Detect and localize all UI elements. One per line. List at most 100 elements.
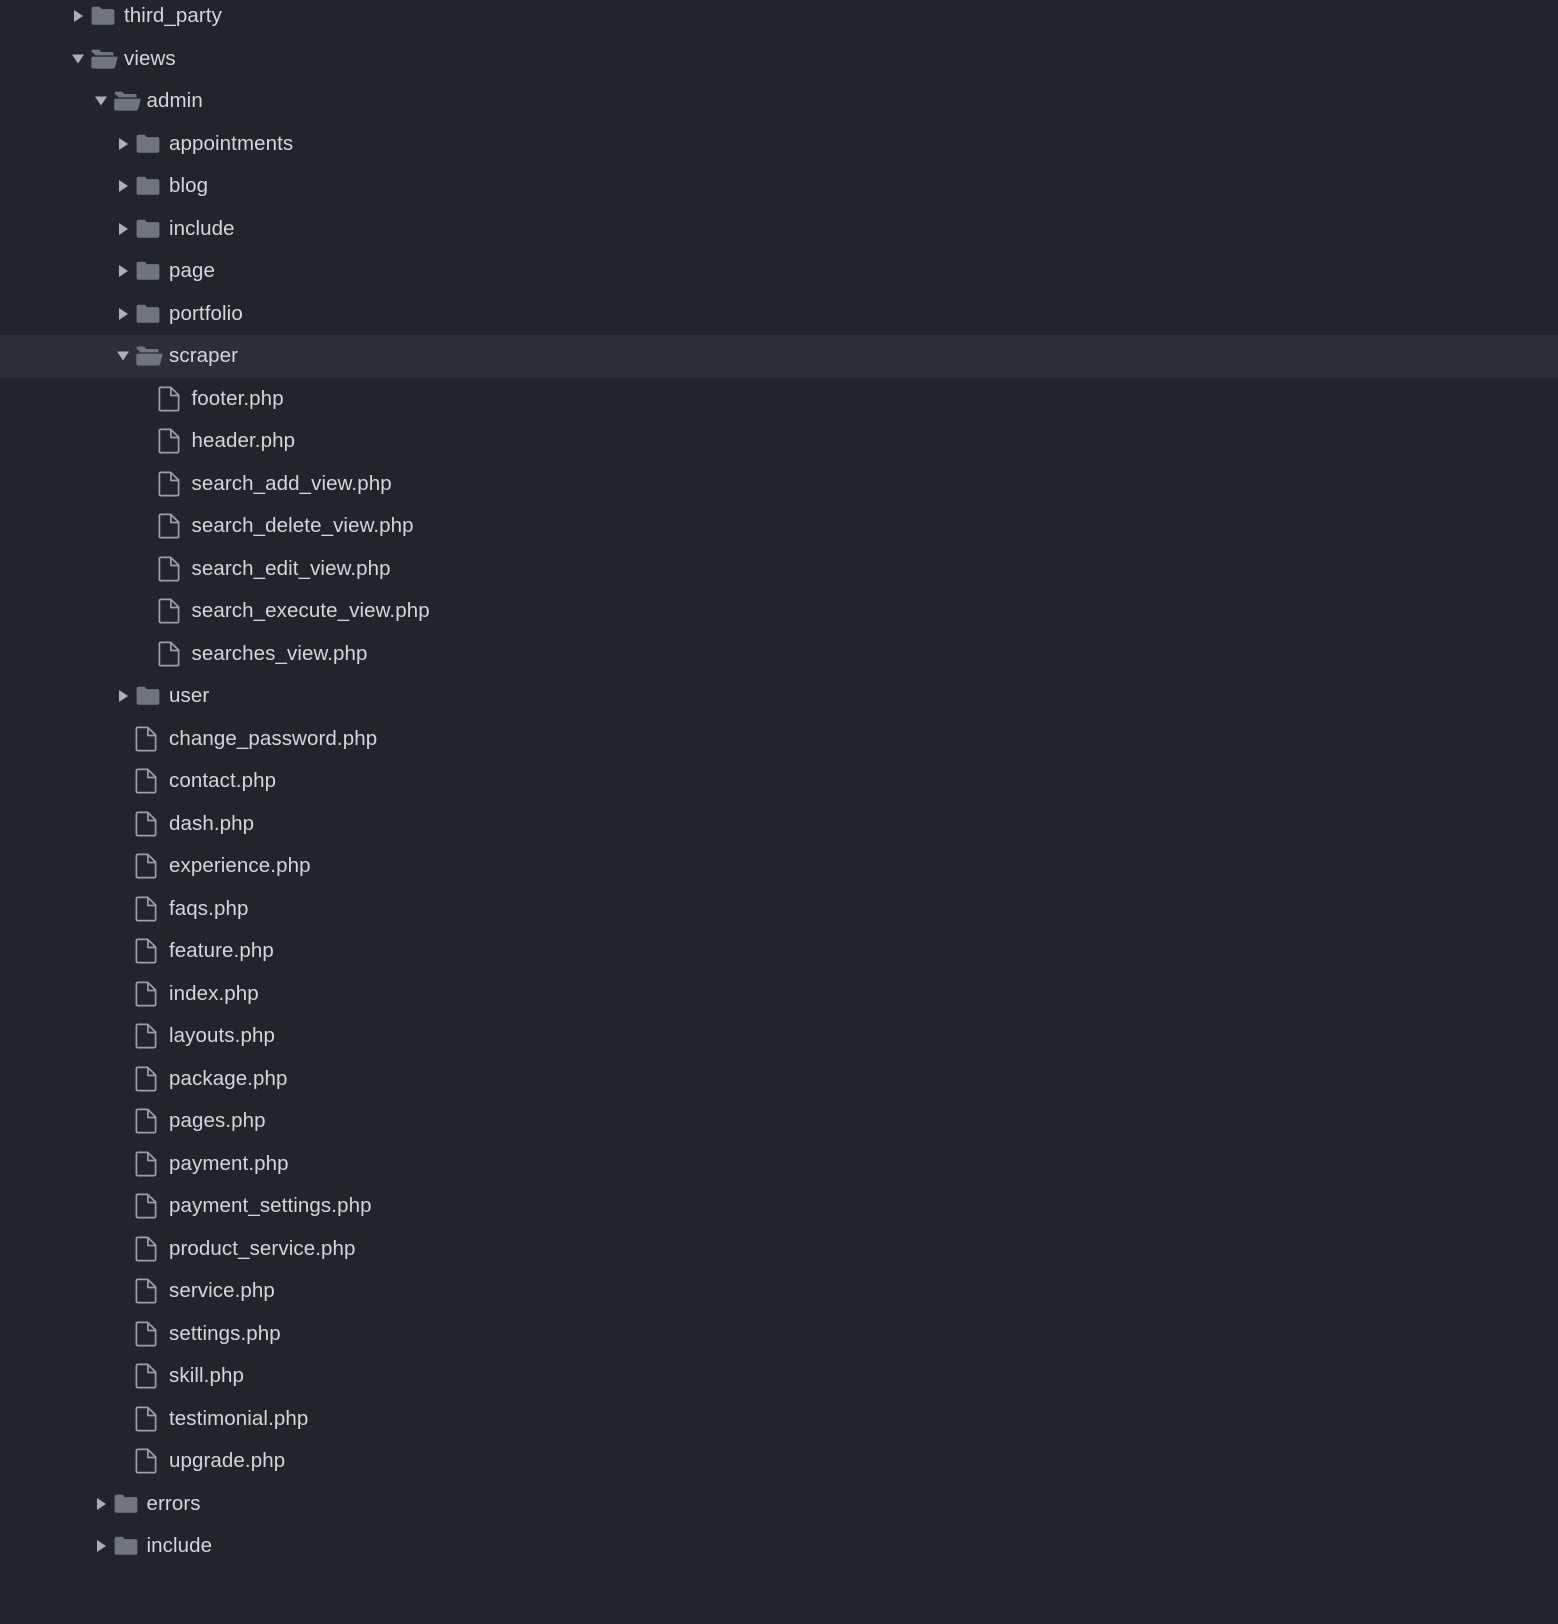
tree-folder-row[interactable]: admin [0,80,1558,123]
tree-file-label: footer.php [191,386,284,410]
tree-file-row[interactable]: contact.php [0,760,1558,803]
tree-folder-row[interactable]: views [0,38,1558,81]
tree-file-row[interactable]: pages.php [0,1100,1558,1143]
tree-folder-label: admin [146,89,203,112]
chevron-right-icon[interactable] [113,250,135,293]
chevron-right-icon[interactable] [113,123,135,166]
file-icon [158,505,184,548]
chevron-right-icon[interactable] [68,0,90,38]
tree-file-label: header.php [191,429,296,452]
tree-file-label: faqs.php [169,896,249,920]
tree-file-row[interactable]: index.php [0,973,1558,1016]
tree-file-row[interactable]: layouts.php [0,1015,1558,1058]
tree-file-row[interactable]: payment_settings.php [0,1185,1558,1228]
chevron-down-icon[interactable] [113,335,135,378]
file-icon [158,463,184,506]
chevron-right-icon[interactable] [113,675,135,718]
tree-folder-row[interactable]: appointments [0,123,1558,166]
file-icon [158,420,184,463]
tree-file-row[interactable]: skill.php [0,1355,1558,1398]
file-icon [135,1058,161,1101]
tree-file-label: dash.php [169,811,255,835]
tree-twisty-placeholder [113,1015,135,1058]
tree-file-label: service.php [169,1279,275,1302]
chevron-right-icon[interactable] [113,293,135,336]
tree-file-row[interactable]: payment.php [0,1143,1558,1186]
file-icon [158,378,184,421]
file-icon [158,548,184,591]
tree-file-row[interactable]: faqs.php [0,888,1558,931]
tree-twisty-placeholder [136,378,158,421]
tree-twisty-placeholder [113,803,135,846]
folder-open-icon [90,38,118,81]
file-icon [135,1398,161,1441]
tree-file-row[interactable]: search_execute_view.php [0,590,1558,633]
tree-folder-row[interactable]: blog [0,165,1558,208]
tree-folder-label: include [169,216,235,240]
folder-icon [135,675,161,718]
tree-twisty-placeholder [113,1058,135,1101]
tree-file-label: feature.php [169,939,274,962]
chevron-down-icon[interactable] [68,38,90,81]
chevron-right-icon[interactable] [113,208,135,251]
file-icon [135,1355,161,1398]
tree-file-row[interactable]: search_add_view.php [0,463,1558,506]
folder-icon [135,123,161,166]
file-icon [135,1185,161,1228]
tree-file-row[interactable]: settings.php [0,1313,1558,1356]
tree-folder-label: user [169,684,210,707]
chevron-right-icon[interactable] [113,165,135,208]
tree-file-row[interactable]: package.php [0,1058,1558,1101]
chevron-right-icon[interactable] [91,1525,113,1568]
tree-folder-row[interactable]: errors [0,1483,1558,1526]
tree-twisty-placeholder [113,760,135,803]
tree-folder-row[interactable]: include [0,1525,1558,1568]
tree-file-row[interactable]: upgrade.php [0,1440,1558,1483]
tree-folder-row[interactable]: portfolio [0,293,1558,336]
tree-file-row[interactable]: search_edit_view.php [0,548,1558,591]
tree-file-row[interactable]: product_service.php [0,1228,1558,1271]
chevron-down-icon[interactable] [91,80,113,123]
tree-file-row[interactable]: testimonial.php [0,1398,1558,1441]
tree-folder-row[interactable]: page [0,250,1558,293]
chevron-right-icon[interactable] [91,1483,113,1526]
tree-file-row[interactable]: footer.php [0,378,1558,421]
tree-file-row[interactable]: change_password.php [0,718,1558,761]
tree-file-row[interactable]: header.php [0,420,1558,463]
tree-folder-row[interactable]: user [0,675,1558,718]
file-icon [135,1440,161,1483]
tree-file-row[interactable]: search_delete_view.php [0,505,1558,548]
file-tree-rows: third_partyviews admin appointments blog inc… [0,0,1558,1568]
tree-file-row[interactable]: service.php [0,1270,1558,1313]
tree-file-row[interactable]: feature.php [0,930,1558,973]
tree-file-row[interactable]: experience.php [0,845,1558,888]
tree-folder-row[interactable]: scraper [0,335,1558,378]
tree-folder-row[interactable]: third_party [0,0,1558,38]
tree-file-row[interactable]: searches_view.php [0,633,1558,676]
tree-twisty-placeholder [113,1355,135,1398]
tree-twisty-placeholder [136,420,158,463]
tree-twisty-placeholder [113,1143,135,1186]
tree-twisty-placeholder [113,1440,135,1483]
folder-open-icon [135,335,163,378]
tree-file-label: payment.php [169,1151,289,1175]
tree-folder-label: views [124,46,176,70]
tree-folder-label: page [169,259,216,282]
tree-file-row[interactable]: dash.php [0,803,1558,846]
tree-folder-row[interactable]: include [0,208,1558,251]
